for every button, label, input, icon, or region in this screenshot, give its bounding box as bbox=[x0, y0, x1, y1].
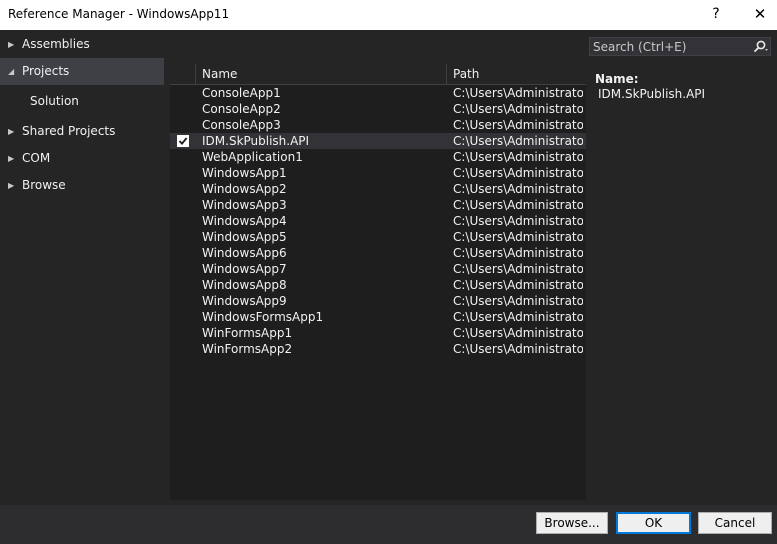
project-path: C:\Users\Administrato... bbox=[453, 262, 583, 276]
column-header-name[interactable]: Name bbox=[202, 64, 237, 84]
project-path: C:\Users\Administrato... bbox=[453, 214, 583, 228]
project-name: ConsoleApp3 bbox=[202, 118, 281, 132]
checkmark-icon bbox=[178, 137, 188, 145]
checkbox[interactable] bbox=[177, 135, 189, 147]
expand-arrow-icon[interactable]: ▶ bbox=[8, 145, 14, 172]
column-header-path[interactable]: Path bbox=[453, 64, 479, 84]
close-button[interactable]: ✕ bbox=[748, 4, 772, 24]
list-item[interactable]: WinFormsApp1 C:\Users\Administrato... bbox=[170, 325, 586, 341]
project-path: C:\Users\Administrato... bbox=[453, 294, 583, 308]
expand-arrow-icon[interactable]: ▶ bbox=[8, 118, 14, 145]
project-name: WindowsApp4 bbox=[202, 214, 287, 228]
list-item[interactable]: WindowsFormsApp1 C:\Users\Administrato... bbox=[170, 309, 586, 325]
project-path: C:\Users\Administrato... bbox=[453, 198, 583, 212]
project-name: WindowsApp9 bbox=[202, 294, 287, 308]
left-navigation: ▶ Assemblies ◢ Projects Solution ▶ Share… bbox=[0, 30, 164, 504]
project-path: C:\Users\Administrato... bbox=[453, 86, 583, 100]
project-path: C:\Users\Administrato... bbox=[453, 118, 583, 132]
nav-item-assemblies[interactable]: ▶ Assemblies bbox=[0, 31, 164, 58]
list-item[interactable]: IDM.SkPublish.API C:\Users\Administrato..… bbox=[170, 133, 586, 149]
list-item[interactable]: WinFormsApp2 C:\Users\Administrato... bbox=[170, 341, 586, 357]
details-name-label: Name: bbox=[595, 72, 639, 86]
project-path: C:\Users\Administrato... bbox=[453, 166, 583, 180]
project-name: WindowsApp8 bbox=[202, 278, 287, 292]
collapse-arrow-icon[interactable]: ◢ bbox=[8, 58, 14, 85]
nav-item-projects[interactable]: ◢ Projects bbox=[0, 58, 164, 85]
list-item[interactable]: ConsoleApp3 C:\Users\Administrato... bbox=[170, 117, 586, 133]
details-panel: Name: IDM.SkPublish.API bbox=[595, 72, 705, 101]
project-name: WindowsApp6 bbox=[202, 246, 287, 260]
footer: Browse... OK Cancel bbox=[0, 505, 777, 544]
project-list: Name Path ConsoleApp1 C:\Users\Administra… bbox=[170, 64, 586, 500]
project-path: C:\Users\Administrato... bbox=[453, 134, 583, 148]
project-path: C:\Users\Administrato... bbox=[453, 310, 583, 324]
list-item[interactable]: ConsoleApp1 C:\Users\Administrato... bbox=[170, 85, 586, 101]
project-path: C:\Users\Administrato... bbox=[453, 150, 583, 164]
window-title: Reference Manager - WindowsApp11 bbox=[8, 7, 230, 21]
list-item[interactable]: WindowsApp3 C:\Users\Administrato... bbox=[170, 197, 586, 213]
project-path: C:\Users\Administrato... bbox=[453, 102, 583, 116]
project-name: WebApplication1 bbox=[202, 150, 303, 164]
project-name: WinFormsApp1 bbox=[202, 326, 293, 340]
browse-button[interactable]: Browse... bbox=[536, 512, 608, 534]
search-icon[interactable] bbox=[752, 39, 768, 55]
search-box[interactable] bbox=[589, 37, 771, 56]
search-input[interactable] bbox=[593, 39, 743, 54]
list-item[interactable]: WindowsApp9 C:\Users\Administrato... bbox=[170, 293, 586, 309]
nav-item-label: Solution bbox=[30, 94, 79, 108]
project-path: C:\Users\Administrato... bbox=[453, 246, 583, 260]
nav-item-label: Browse bbox=[22, 178, 66, 192]
list-item[interactable]: WindowsApp6 C:\Users\Administrato... bbox=[170, 245, 586, 261]
project-name: WindowsApp1 bbox=[202, 166, 287, 180]
list-item[interactable]: ConsoleApp2 C:\Users\Administrato... bbox=[170, 101, 586, 117]
nav-item-shared-projects[interactable]: ▶ Shared Projects bbox=[0, 118, 164, 145]
project-path: C:\Users\Administrato... bbox=[453, 230, 583, 244]
list-header: Name Path bbox=[170, 64, 586, 85]
project-name: IDM.SkPublish.API bbox=[202, 134, 310, 148]
help-button[interactable]: ? bbox=[706, 4, 726, 24]
project-path: C:\Users\Administrato... bbox=[453, 182, 583, 196]
column-divider[interactable] bbox=[446, 64, 447, 84]
project-name: ConsoleApp1 bbox=[202, 86, 281, 100]
project-path: C:\Users\Administrato... bbox=[453, 278, 583, 292]
expand-arrow-icon[interactable]: ▶ bbox=[8, 31, 14, 58]
list-item[interactable]: WindowsApp1 C:\Users\Administrato... bbox=[170, 165, 586, 181]
nav-item-label: Assemblies bbox=[22, 37, 90, 51]
list-item[interactable]: WindowsApp8 C:\Users\Administrato... bbox=[170, 277, 586, 293]
nav-item-browse[interactable]: ▶ Browse bbox=[0, 172, 164, 199]
project-path: C:\Users\Administrato... bbox=[453, 326, 583, 340]
nav-item-solution[interactable]: Solution bbox=[0, 88, 164, 115]
nav-item-label: Projects bbox=[22, 64, 70, 78]
list-item[interactable]: WindowsApp7 C:\Users\Administrato... bbox=[170, 261, 586, 277]
project-name: WindowsFormsApp1 bbox=[202, 310, 324, 324]
list-item[interactable]: WindowsApp5 C:\Users\Administrato... bbox=[170, 229, 586, 245]
ok-button[interactable]: OK bbox=[616, 512, 691, 534]
cancel-button[interactable]: Cancel bbox=[698, 512, 772, 534]
project-name: WinFormsApp2 bbox=[202, 342, 293, 356]
column-divider[interactable] bbox=[195, 64, 196, 84]
project-name: WindowsApp3 bbox=[202, 198, 287, 212]
expand-arrow-icon[interactable]: ▶ bbox=[8, 172, 14, 199]
list-item[interactable]: WindowsApp4 C:\Users\Administrato... bbox=[170, 213, 586, 229]
project-name: WindowsApp7 bbox=[202, 262, 287, 276]
title-bar: Reference Manager - WindowsApp11 ? ✕ bbox=[0, 0, 777, 30]
project-name: ConsoleApp2 bbox=[202, 102, 281, 116]
project-path: C:\Users\Administrato... bbox=[453, 342, 583, 356]
nav-item-com[interactable]: ▶ COM bbox=[0, 145, 164, 172]
nav-item-label: COM bbox=[22, 151, 51, 165]
project-name: WindowsApp5 bbox=[202, 230, 287, 244]
project-name: WindowsApp2 bbox=[202, 182, 287, 196]
list-item[interactable]: WebApplication1 C:\Users\Administrato... bbox=[170, 149, 586, 165]
details-name-value: IDM.SkPublish.API bbox=[598, 87, 706, 101]
list-item[interactable]: WindowsApp2 C:\Users\Administrato... bbox=[170, 181, 586, 197]
nav-item-label: Shared Projects bbox=[22, 124, 116, 138]
